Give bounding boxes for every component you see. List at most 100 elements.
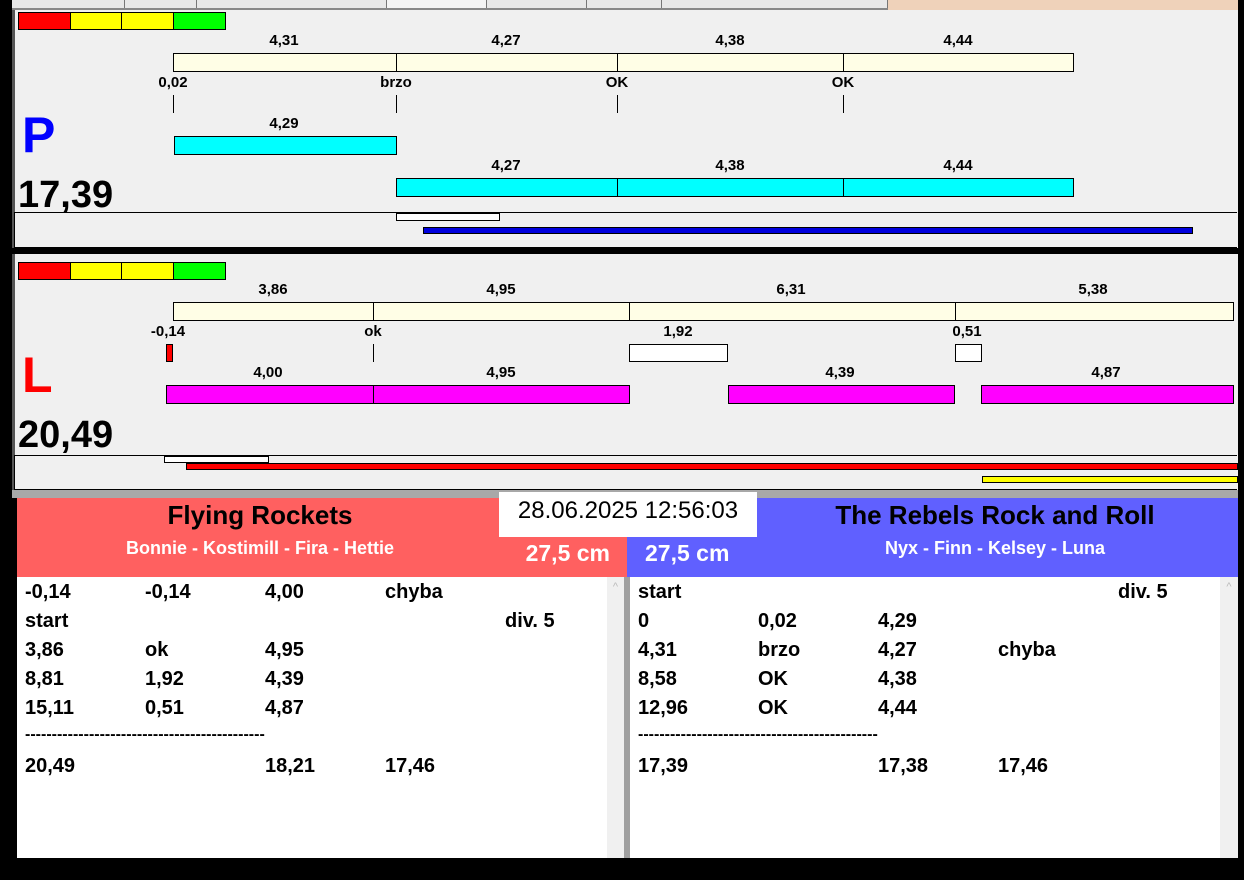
run-label: 4,39 — [825, 364, 855, 381]
list-cell: 17,46 — [998, 755, 1049, 777]
team-members: Nyx - Finn - Kelsey - Luna — [884, 538, 1106, 558]
tab[interactable] — [587, 0, 662, 8]
list-cell: 4,00 — [265, 581, 304, 603]
split-label: 3,86 — [258, 281, 288, 298]
list-row: 0 0,02 4,29 — [630, 610, 1220, 639]
run-label: 4,29 — [269, 115, 299, 132]
list-row: 8,81 1,92 4,39 — [17, 668, 607, 697]
run-label: 4,27 — [491, 157, 521, 174]
list-cell: 0 — [638, 610, 650, 632]
run-bar — [396, 178, 1074, 197]
reaction-label: -0,14 — [150, 323, 186, 340]
reaction-label: 0,02 — [158, 74, 188, 91]
dog-height: 27,5 cm — [525, 540, 610, 566]
split-label: 4,38 — [715, 32, 745, 49]
lane-letter: P — [22, 107, 56, 163]
list-cell: 20,49 — [25, 755, 76, 777]
run-bar — [174, 136, 397, 155]
run-label: 4,00 — [253, 364, 283, 381]
list-cell: OK — [758, 697, 788, 719]
list-cell: 0,51 — [145, 697, 184, 719]
list-cell: 4,27 — [878, 639, 917, 661]
list-cell: chyba — [385, 581, 443, 603]
reaction-label: brzo — [380, 74, 412, 91]
run-label: 4,44 — [943, 157, 973, 174]
list-row: 8,58 OK 4,38 — [630, 668, 1220, 697]
results-list-left[interactable]: -0,14 -0,14 4,00 chyba start div. 5 3,86 ok 4,95… — [17, 577, 607, 858]
list-cell: 4,38 — [878, 668, 917, 690]
list-cell: 18,21 — [265, 755, 316, 777]
progress-line — [982, 476, 1238, 483]
reaction-label: OK — [605, 74, 629, 91]
run-bar — [981, 385, 1234, 404]
scrollbar[interactable]: ^ — [607, 577, 624, 858]
light-yellow — [121, 262, 174, 280]
reaction-label: 1,92 — [663, 323, 693, 340]
list-cell: ----------------------------------------… — [638, 726, 878, 743]
list-cell: chyba — [998, 639, 1056, 661]
run-bar — [166, 385, 630, 404]
list-cell: 12,96 — [638, 697, 689, 719]
reaction-label: ok — [364, 323, 382, 340]
list-cell: ----------------------------------------… — [25, 726, 265, 743]
list-cell: 4,31 — [638, 639, 677, 661]
split-label: 5,38 — [1078, 281, 1108, 298]
light-yellow — [70, 262, 122, 280]
split-label: 4,95 — [486, 281, 516, 298]
light-red — [18, 12, 71, 30]
list-cell: 4,44 — [878, 697, 917, 719]
list-cell: start — [25, 610, 69, 632]
tab[interactable] — [12, 0, 125, 8]
split-label: 4,44 — [943, 32, 973, 49]
scroll-up-icon[interactable]: ^ — [1220, 581, 1238, 593]
run-label: 4,38 — [715, 157, 745, 174]
tab-active[interactable] — [387, 0, 487, 8]
list-cell: OK — [758, 668, 788, 690]
list-cell: 8,58 — [638, 668, 677, 690]
split-label: 4,27 — [491, 32, 521, 49]
list-row: -0,14 -0,14 4,00 chyba — [17, 581, 607, 610]
light-green — [173, 262, 226, 280]
list-row: 17,39 17,38 17,46 — [630, 755, 1220, 784]
tab[interactable] — [487, 0, 587, 8]
list-row: 3,86 ok 4,95 — [17, 639, 607, 668]
progress-line — [423, 227, 1193, 234]
list-row: start div. 5 — [17, 610, 607, 639]
tab[interactable] — [662, 0, 888, 8]
list-row: 20,49 18,21 17,46 — [17, 755, 607, 784]
list-row: ----------------------------------------… — [17, 726, 607, 755]
list-cell: 4,95 — [265, 639, 304, 661]
lane-letter: L — [22, 347, 53, 403]
list-row: 12,96 OK 4,44 — [630, 697, 1220, 726]
team-name: Flying Rockets — [167, 500, 353, 530]
light-red — [18, 262, 71, 280]
light-green — [173, 12, 226, 30]
run-label: 4,95 — [486, 364, 516, 381]
list-cell: div. 5 — [505, 610, 555, 632]
tab[interactable] — [125, 0, 197, 8]
split-label: 4,31 — [269, 32, 299, 49]
list-cell: 4,87 — [265, 697, 304, 719]
run-bar — [728, 385, 955, 404]
list-cell: 0,02 — [758, 610, 797, 632]
datetime: 28.06.2025 12:56:03 — [499, 492, 757, 537]
list-cell: 4,39 — [265, 668, 304, 690]
progress-line — [186, 463, 1238, 470]
tab-strip[interactable] — [12, 0, 888, 10]
lane-total: 17,39 — [18, 174, 114, 216]
list-row: start div. 5 — [630, 581, 1220, 610]
list-cell: ok — [145, 639, 169, 661]
results-list-right[interactable]: start div. 5 0 0,02 4,29 4,31 brzo 4,27 chyba 8,5… — [630, 577, 1220, 858]
list-cell: -0,14 — [145, 581, 191, 603]
list-cell: div. 5 — [1118, 581, 1168, 603]
scroll-up-icon[interactable]: ^ — [607, 581, 624, 593]
list-row: 4,31 brzo 4,27 chyba — [630, 639, 1220, 668]
tab[interactable] — [197, 0, 387, 8]
light-yellow — [121, 12, 174, 30]
reaction-label: OK — [831, 74, 855, 91]
run-label: 4,87 — [1091, 364, 1121, 381]
split-label: 6,31 — [776, 281, 806, 298]
scrollbar[interactable]: ^ — [1220, 577, 1238, 858]
team-name: The Rebels Rock and Roll — [835, 500, 1155, 530]
list-row: ----------------------------------------… — [630, 726, 1220, 755]
